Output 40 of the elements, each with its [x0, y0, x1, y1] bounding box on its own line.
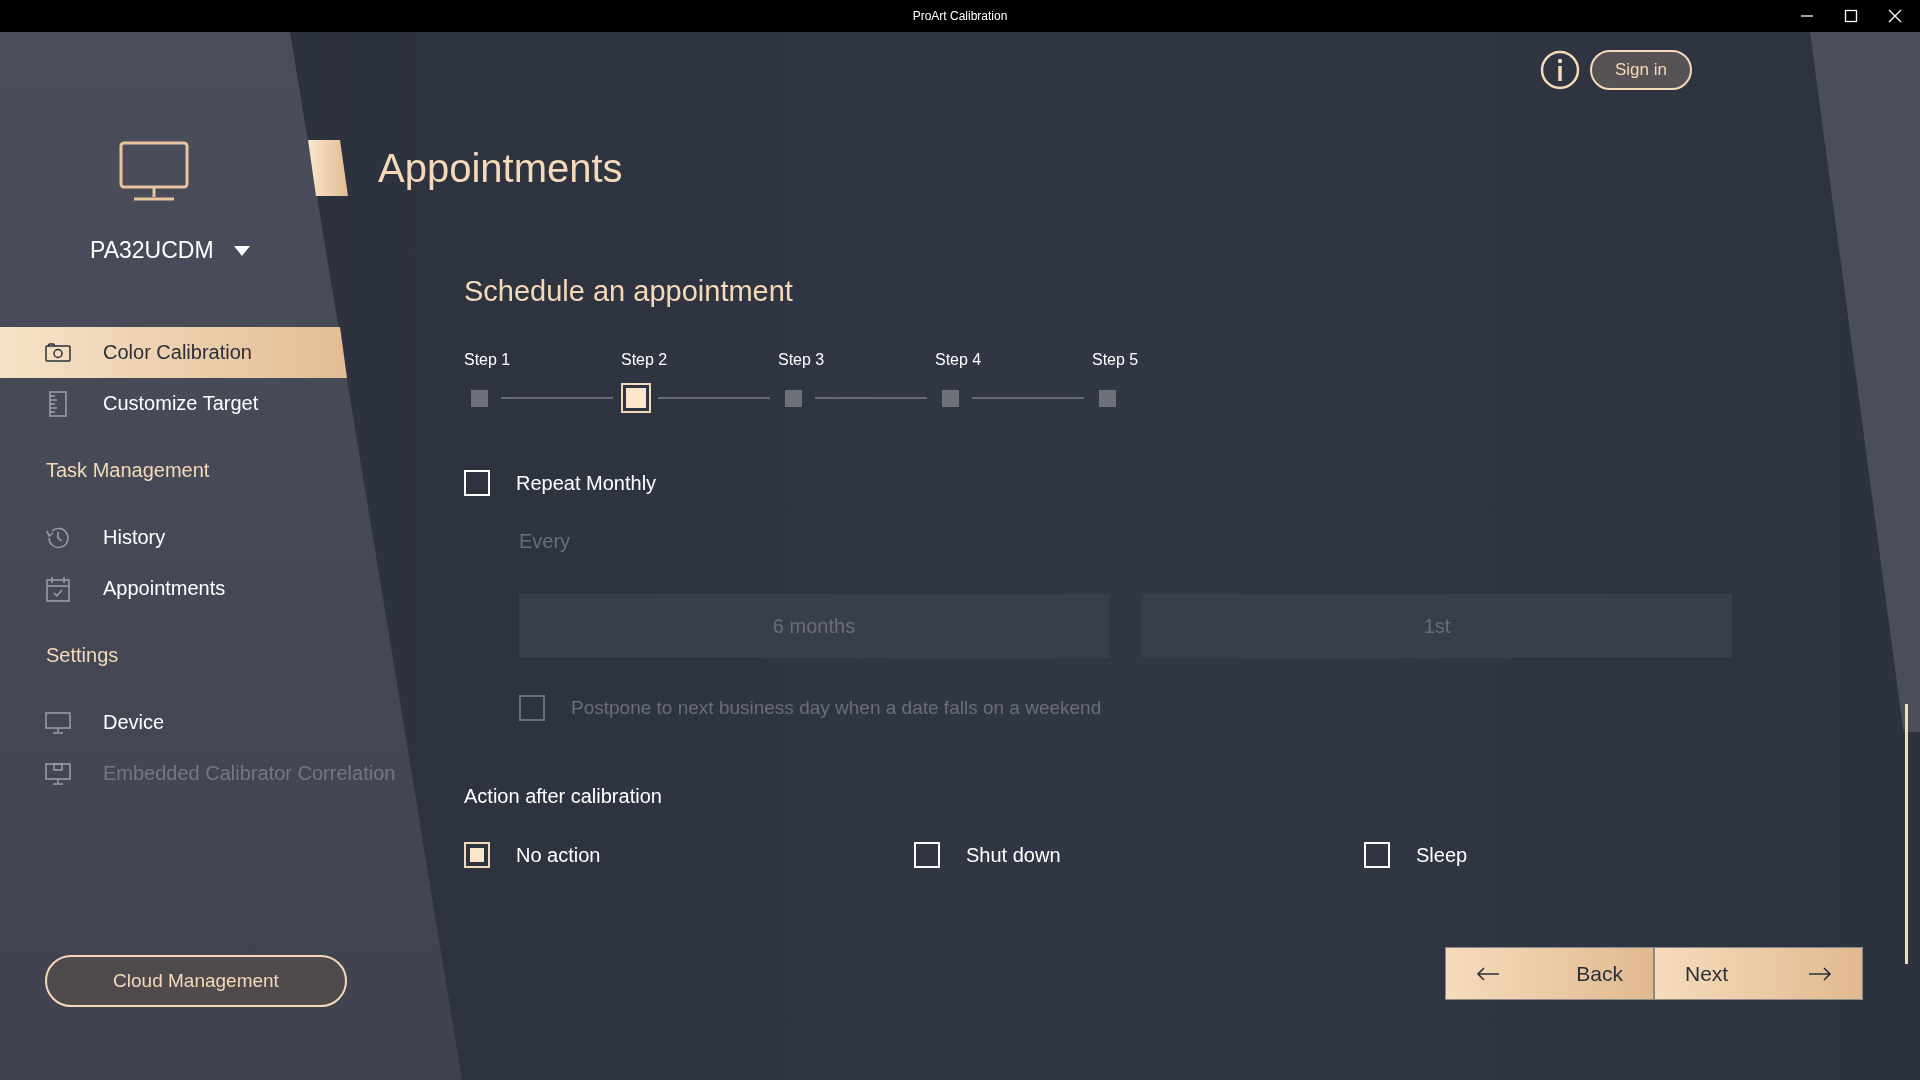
- calendar-icon: [45, 575, 71, 602]
- every-label: Every: [519, 530, 572, 553]
- window-title: ProArt Calibration: [912, 9, 1008, 23]
- step-label: Step 1: [464, 351, 512, 369]
- cloud-management-button[interactable]: Cloud Management: [45, 955, 347, 1007]
- step-label: Step 3: [778, 351, 826, 369]
- monitor-icon: [119, 141, 189, 203]
- checkbox-label: Postpone to next business day when a date falls on a weekend: [571, 697, 1102, 719]
- option-label: Sleep: [1416, 843, 1468, 867]
- caret-icon: [233, 245, 250, 256]
- sign-in-button[interactable]: Sign in: [1590, 50, 1692, 90]
- back-button[interactable]: Back: [1445, 947, 1654, 1000]
- right-arrow-icon: [1808, 966, 1832, 981]
- section-header: Settings: [45, 643, 119, 668]
- step-label: Step 4: [935, 351, 983, 369]
- sidebar-item[interactable]: Device: [0, 697, 302, 748]
- info-icon[interactable]: [1540, 50, 1580, 90]
- close-icon[interactable]: [1888, 9, 1902, 23]
- option-label: Shut down: [966, 843, 1061, 867]
- next-button[interactable]: Next: [1654, 947, 1863, 1000]
- sidebar-item[interactable]: History: [0, 512, 302, 563]
- section-label: Action after calibration: [464, 785, 663, 808]
- page-title: Appointments: [378, 145, 623, 191]
- scroll-bar[interactable]: [1905, 704, 1908, 964]
- sidebar-item[interactable]: Customize Target: [0, 378, 302, 429]
- section-header: Task Management: [45, 458, 210, 483]
- checkbox-label: Repeat Monthly: [516, 471, 657, 495]
- left-arrow-icon: [1476, 966, 1500, 981]
- option-label: No action: [516, 843, 601, 867]
- section-title: Schedule an appointment: [464, 275, 794, 308]
- option-checkbox[interactable]: [464, 842, 490, 868]
- monitor-icon: [45, 709, 71, 736]
- monitor-box-icon: [45, 760, 71, 787]
- sidebar-item[interactable]: Color Calibration: [0, 327, 347, 378]
- step-label: Step 2: [621, 351, 669, 369]
- maximize-icon[interactable]: [1844, 9, 1858, 23]
- step-label: Step 5: [1092, 351, 1139, 369]
- sidebar-item[interactable]: Appointments: [0, 563, 302, 614]
- title-accent: [308, 140, 348, 196]
- device-dropdown[interactable]: PA32UCDM: [90, 237, 250, 264]
